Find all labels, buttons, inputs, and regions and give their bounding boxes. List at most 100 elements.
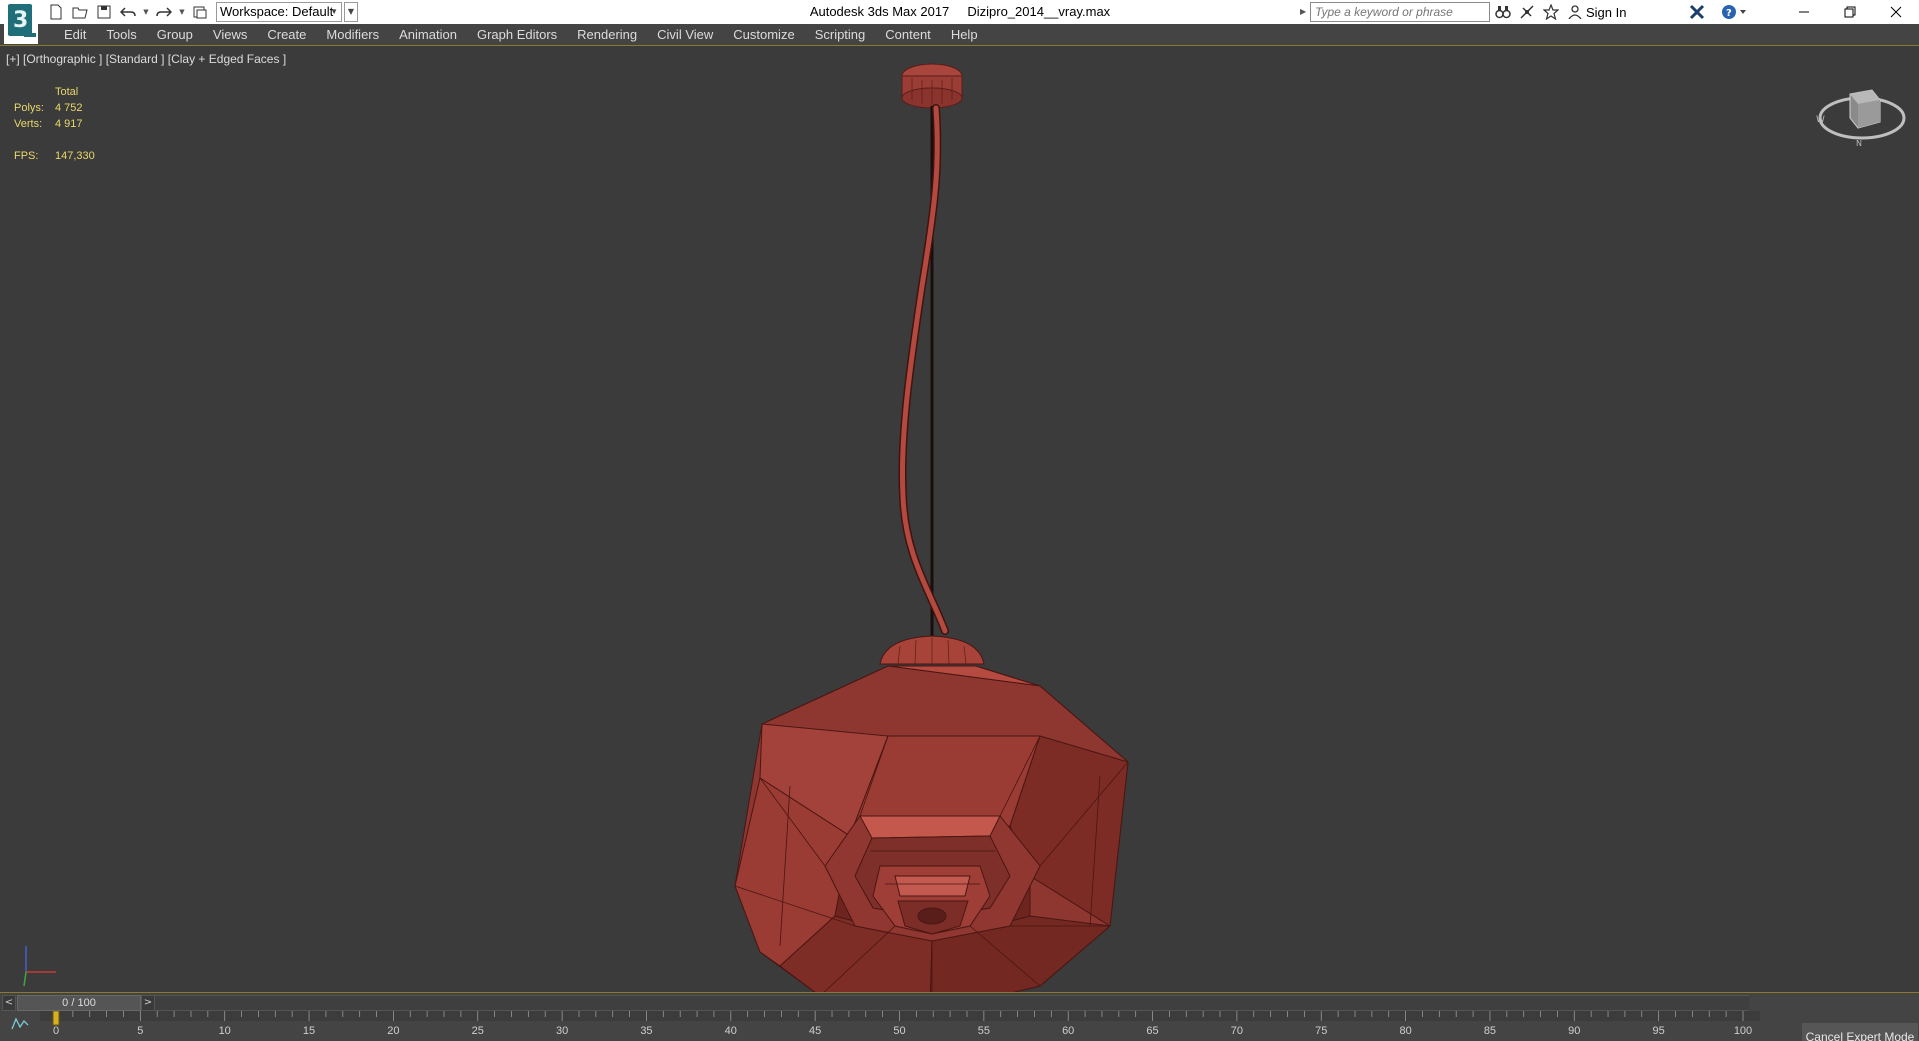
- redo-dropdown-icon[interactable]: ▼: [178, 2, 186, 22]
- ruler-label: 80: [1399, 1025, 1411, 1037]
- menu-animation[interactable]: Animation: [389, 24, 467, 45]
- sign-in-button[interactable]: Sign In ▼: [1568, 2, 1700, 22]
- time-slider-track[interactable]: [155, 995, 1749, 1011]
- svg-text:?: ?: [1726, 8, 1732, 19]
- minimize-button[interactable]: [1781, 0, 1827, 24]
- close-icon: [1890, 6, 1902, 18]
- help-icon[interactable]: ?: [1720, 2, 1748, 22]
- viewport-label[interactable]: [+] [Orthographic ] [Standard ] [Clay + …: [6, 52, 286, 66]
- ruler-label: 65: [1146, 1025, 1158, 1037]
- ruler-label: 20: [387, 1025, 399, 1037]
- polys-value: 4 752: [55, 102, 83, 114]
- restore-icon: [1844, 6, 1856, 18]
- ruler-track[interactable]: [40, 1011, 1760, 1021]
- viewport-statistics: Total Polys: 4 752 Verts: 4 917 FPS: 147,33…: [14, 84, 95, 164]
- fps-label: FPS:: [14, 150, 39, 162]
- new-file-icon[interactable]: [46, 2, 66, 22]
- sign-in-label: Sign In: [1586, 4, 1627, 20]
- workspace-selector[interactable]: Workspace: Default ▼: [216, 2, 342, 22]
- ruler-label: 95: [1653, 1025, 1665, 1037]
- minimize-icon: [1799, 11, 1809, 13]
- undo-icon[interactable]: [118, 2, 138, 22]
- workspace-menu-icon[interactable]: ▼: [344, 2, 358, 22]
- ruler-label: 0: [53, 1025, 59, 1037]
- ruler-label: 15: [303, 1025, 315, 1037]
- verts-label: Verts:: [14, 118, 43, 130]
- infocenter-icons: [1494, 2, 1560, 22]
- search-box[interactable]: ▶: [1300, 2, 1490, 22]
- cancel-expert-mode-button[interactable]: Cancel Expert Mode: [1802, 1023, 1918, 1041]
- workspace-label: Workspace: Default: [220, 4, 334, 19]
- communication-center-icon[interactable]: [1518, 3, 1536, 21]
- stats-total-label: Total: [55, 86, 79, 98]
- ruler-label: 70: [1231, 1025, 1243, 1037]
- search-input[interactable]: [1311, 3, 1489, 21]
- lamp-shade: [734, 635, 1129, 992]
- open-file-icon[interactable]: [70, 2, 90, 22]
- ruler-label: 55: [978, 1025, 990, 1037]
- menu-graph-editors[interactable]: Graph Editors: [467, 24, 567, 45]
- ruler-label: 25: [472, 1025, 484, 1037]
- pendant-lamp-model[interactable]: [0, 46, 1919, 993]
- menu-edit[interactable]: Edit: [54, 24, 96, 45]
- ruler-label: 100: [1734, 1025, 1752, 1037]
- title-bar: 3 ▼ ▼ Workspace: Default ▼ ▼ Autodesk 3d…: [0, 0, 1919, 44]
- verts-value: 4 917: [55, 118, 83, 130]
- ruler-label: 40: [725, 1025, 737, 1037]
- ruler-label: 90: [1568, 1025, 1580, 1037]
- menu-help[interactable]: Help: [941, 24, 988, 45]
- ruler-label: 50: [893, 1025, 905, 1037]
- search-expand-icon[interactable]: ▶: [1300, 7, 1306, 16]
- restore-button[interactable]: [1827, 0, 1873, 24]
- frame-ruler[interactable]: 0 5 10 15 20 25 30 35 40 45 50 55 60 65 70 75 80 85 90 95 10…: [40, 1011, 1760, 1041]
- favorites-star-icon[interactable]: [1542, 3, 1560, 21]
- menu-rendering[interactable]: Rendering: [567, 24, 647, 45]
- autodesk-exchange-icon[interactable]: [1686, 2, 1708, 22]
- chevron-down-icon: ▼: [330, 7, 338, 16]
- project-folder-icon[interactable]: [190, 2, 210, 22]
- ruler-label: 5: [137, 1025, 143, 1037]
- polys-label: Polys:: [14, 102, 44, 114]
- menu-civil-view[interactable]: Civil View: [647, 24, 723, 45]
- binoculars-icon[interactable]: [1494, 3, 1512, 21]
- menu-modifiers[interactable]: Modifiers: [316, 24, 389, 45]
- ruler-label: 10: [219, 1025, 231, 1037]
- menu-create[interactable]: Create: [257, 24, 316, 45]
- menu-views[interactable]: Views: [203, 24, 257, 45]
- svg-text:W: W: [1816, 115, 1825, 125]
- mini-curve-editor-icon[interactable]: [10, 1015, 30, 1033]
- perspective-viewport[interactable]: [+] [Orthographic ] [Standard ] [Clay + …: [0, 46, 1919, 993]
- time-slider: < 0 / 100 >: [0, 995, 1919, 1011]
- time-slider-thumb[interactable]: 0 / 100: [17, 995, 141, 1011]
- ruler-label: 30: [556, 1025, 568, 1037]
- menu-content[interactable]: Content: [875, 24, 941, 45]
- undo-dropdown-icon[interactable]: ▼: [142, 2, 150, 22]
- ruler-label: 85: [1484, 1025, 1496, 1037]
- user-icon: [1568, 5, 1582, 19]
- previous-frame-button[interactable]: <: [2, 995, 16, 1011]
- ruler-label: 60: [1062, 1025, 1074, 1037]
- viewcube-icon[interactable]: W N: [1816, 78, 1906, 148]
- ruler-label: 35: [640, 1025, 652, 1037]
- save-file-icon[interactable]: [94, 2, 114, 22]
- redo-icon[interactable]: [154, 2, 174, 22]
- close-button[interactable]: [1873, 0, 1919, 24]
- track-bar: 0 5 10 15 20 25 30 35 40 45 50 55 60 65 70 75 80 85 90 95 10…: [0, 1011, 1919, 1041]
- menu-customize[interactable]: Customize: [723, 24, 804, 45]
- axis-tripod-icon: [14, 942, 64, 992]
- menu-scripting[interactable]: Scripting: [805, 24, 876, 45]
- svg-text:N: N: [1856, 139, 1862, 148]
- ceiling-canopy: [901, 63, 963, 109]
- ruler-label: 75: [1315, 1025, 1327, 1037]
- menu-bar: Edit Tools Group Views Create Modifiers …: [0, 24, 1919, 46]
- app-logo-icon[interactable]: 3: [4, 0, 38, 44]
- main-menu: Edit Tools Group Views Create Modifiers …: [54, 24, 988, 45]
- next-frame-button[interactable]: >: [141, 995, 155, 1011]
- svg-text:3: 3: [13, 8, 28, 33]
- window-title: Autodesk 3ds Max 2017 Dizipro_2014__vray…: [809, 4, 1111, 19]
- fps-value: 147,330: [55, 150, 95, 162]
- ruler-label: 45: [809, 1025, 821, 1037]
- menu-tools[interactable]: Tools: [96, 24, 146, 45]
- menu-group[interactable]: Group: [147, 24, 203, 45]
- current-frame-marker[interactable]: [52, 1011, 60, 1026]
